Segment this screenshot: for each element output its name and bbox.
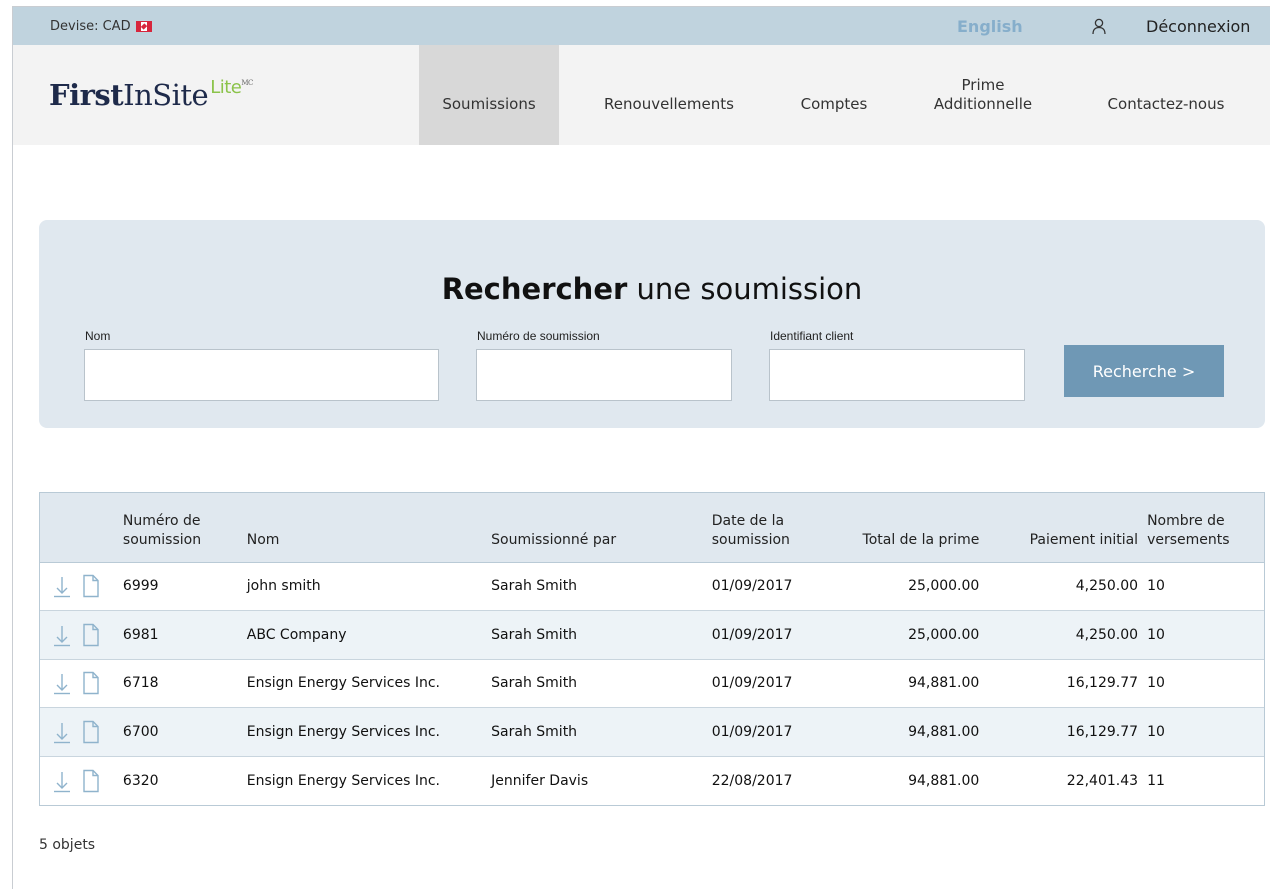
nav-tab-contactez-nous[interactable]: Contactez-nous — [1081, 45, 1251, 145]
cell-installments: 10 — [1147, 675, 1165, 692]
header-actions — [40, 493, 123, 562]
table-row[interactable]: 6999 john smith Sarah Smith 01/09/2017 25,00… — [40, 562, 1264, 611]
header-name[interactable]: Nom — [247, 493, 491, 562]
document-icon[interactable] — [81, 671, 101, 695]
cell-total-premium: 25,000.00 — [908, 578, 980, 595]
table-row[interactable]: 6981 ABC Company Sarah Smith 01/09/2017 25,0… — [40, 610, 1264, 660]
cell-installments: 11 — [1147, 772, 1165, 789]
name-input[interactable] — [84, 349, 439, 401]
top-utility-bar: Devise: CAD English Déconnexion — [13, 7, 1270, 45]
header-submission-date[interactable]: Date de la soumission — [712, 493, 832, 562]
nav-tab-soumissions[interactable]: Soumissions — [419, 45, 559, 145]
cell-initial-payment: 16,129.77 — [1066, 675, 1139, 692]
currency-label: Devise: CAD — [50, 18, 131, 34]
document-icon[interactable] — [81, 574, 101, 598]
nav-tab-renouvellements[interactable]: Renouvellements — [579, 45, 759, 145]
cell-submitted-by: Sarah Smith — [491, 626, 578, 643]
nav-tab-comptes[interactable]: Comptes — [779, 45, 889, 145]
cell-submitted-by: Sarah Smith — [491, 675, 578, 692]
cell-name: Ensign Energy Services Inc. — [246, 772, 440, 789]
header-submission-number[interactable]: Numéro de soumission — [123, 493, 247, 562]
cell-name: john smith — [246, 578, 321, 595]
main-header: FirstInSite LiteMC Soumissions Renouvelle… — [13, 45, 1270, 145]
row-actions — [40, 562, 123, 611]
document-icon[interactable] — [81, 720, 101, 744]
client-id-label: Identifiant client — [770, 329, 854, 343]
table-row[interactable]: 6700 Ensign Energy Services Inc. Sarah Smi… — [40, 707, 1264, 757]
header-installments[interactable]: Nombre de versements — [1147, 493, 1264, 562]
search-panel: Rechercher une soumission Nom Numéro de … — [39, 220, 1265, 428]
cell-submission-date: 01/09/2017 — [711, 675, 793, 692]
header-total-premium[interactable]: Total de la prime — [832, 493, 989, 562]
cell-total-premium: 94,881.00 — [908, 723, 980, 740]
cell-submission-number[interactable]: 6718 — [123, 659, 247, 708]
logout-link[interactable]: Déconnexion — [1146, 7, 1250, 45]
search-title: Rechercher une soumission — [441, 272, 863, 306]
download-icon[interactable] — [52, 671, 72, 695]
nav-tab-prime-additionnelle[interactable]: Prime Additionnelle — [913, 45, 1053, 145]
canada-flag-icon — [135, 20, 152, 32]
submission-number-label: Numéro de soumission — [477, 329, 600, 343]
cell-initial-payment: 22,401.43 — [1066, 772, 1139, 789]
item-count: 5 objets — [39, 837, 96, 853]
row-actions — [40, 659, 123, 708]
row-actions — [40, 611, 123, 660]
table-row[interactable]: 6718 Ensign Energy Services Inc. Sarah Smi… — [40, 659, 1264, 708]
cell-total-premium: 94,881.00 — [908, 772, 980, 789]
table-row[interactable]: 6320 Ensign Energy Services Inc. Jennifer … — [40, 756, 1264, 805]
document-icon[interactable] — [81, 769, 101, 793]
submission-number-input[interactable] — [476, 349, 732, 401]
download-icon[interactable] — [52, 720, 72, 744]
cell-submission-date: 01/09/2017 — [711, 723, 793, 740]
cell-submission-date: 22/08/2017 — [711, 772, 793, 789]
cell-name: ABC Company — [246, 626, 347, 643]
cell-initial-payment: 4,250.00 — [1075, 578, 1139, 595]
cell-installments: 10 — [1147, 626, 1165, 643]
download-icon[interactable] — [52, 623, 72, 647]
app-window: Devise: CAD English Déconnexion FirstInS… — [12, 6, 1270, 889]
cell-total-premium: 94,881.00 — [908, 675, 980, 692]
cell-initial-payment: 4,250.00 — [1075, 626, 1139, 643]
download-icon[interactable] — [52, 574, 72, 598]
cell-submission-date: 01/09/2017 — [711, 626, 793, 643]
cell-submission-date: 01/09/2017 — [711, 578, 793, 595]
cell-submission-number[interactable]: 6320 — [123, 756, 247, 805]
table-header-row: Numéro de soumission Nom Soumissionné par… — [40, 493, 1264, 562]
cell-installments: 10 — [1147, 578, 1165, 595]
cell-submission-number[interactable]: 6700 — [123, 708, 247, 757]
cell-initial-payment: 16,129.77 — [1066, 723, 1139, 740]
cell-submitted-by: Jennifer Davis — [491, 772, 589, 789]
user-icon[interactable] — [1091, 18, 1107, 35]
cell-name: Ensign Energy Services Inc. — [246, 723, 440, 740]
cell-submission-number[interactable]: 6981 — [123, 611, 247, 660]
cell-name: Ensign Energy Services Inc. — [246, 675, 440, 692]
cell-submitted-by: Sarah Smith — [491, 578, 578, 595]
cell-total-premium: 25,000.00 — [908, 626, 980, 643]
search-button[interactable]: Recherche > — [1064, 345, 1224, 397]
row-actions — [40, 708, 123, 757]
cell-submission-number[interactable]: 6999 — [123, 562, 247, 611]
cell-submitted-by: Sarah Smith — [491, 723, 578, 740]
row-actions — [40, 756, 123, 805]
document-icon[interactable] — [81, 623, 101, 647]
header-submitted-by[interactable]: Soumissionné par — [491, 493, 712, 562]
header-initial-payment[interactable]: Paiement initial — [988, 493, 1147, 562]
currency-indicator: Devise: CAD — [50, 7, 152, 45]
name-label: Nom — [85, 329, 111, 343]
download-icon[interactable] — [52, 769, 72, 793]
cell-installments: 10 — [1147, 723, 1165, 740]
language-switch-link[interactable]: English — [957, 7, 1023, 45]
submissions-table: Numéro de soumission Nom Soumissionné par… — [39, 492, 1265, 806]
client-id-input[interactable] — [769, 349, 1025, 401]
firstinsite-lite-logo[interactable]: FirstInSite LiteMC — [49, 77, 253, 112]
